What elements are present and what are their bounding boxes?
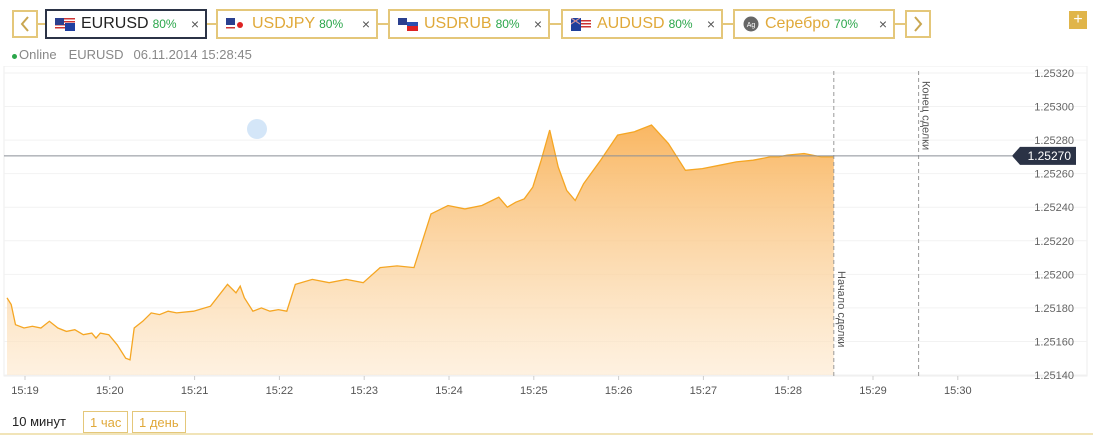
tab-eurusd[interactable]: EURUSD 80% × [45,9,207,39]
plus-icon: + [1073,11,1083,28]
y-tick-label: 1.25220 [1034,236,1074,248]
x-tick-label: 15:25 [520,385,548,397]
bottom-divider [0,433,1093,435]
x-tick-label: 15:26 [605,385,633,397]
next-tabs-button[interactable] [905,10,931,38]
tab-symbol: AUDUSD [597,15,665,32]
tab-payout: 80% [152,17,177,31]
online-indicator: Online [12,47,57,62]
connection-status: Online EURUSD 06.11.2014 15:28:45 [12,47,252,62]
y-tick-label: 1.25320 [1034,68,1074,80]
chevron-right-icon [914,16,923,32]
tab-symbol: USDRUB [424,15,492,32]
x-tick-label: 15:29 [859,385,887,397]
tab-payout: 80% [668,17,693,31]
range-10min-button[interactable]: 10 минут [6,411,72,433]
silver-icon: Ag [743,16,759,32]
y-tick-label: 1.25260 [1034,169,1074,181]
status-symbol: EURUSD [68,47,124,62]
y-tick-label: 1.25280 [1034,135,1074,147]
close-tab-usdrub-icon[interactable]: × [534,17,542,31]
x-tick-label: 15:27 [690,385,718,397]
x-tick-label: 15:22 [266,385,294,397]
tab-symbol: Серебро [765,15,831,32]
close-tab-usdjpy-icon[interactable]: × [362,17,370,31]
y-tick-label: 1.25140 [1034,370,1074,382]
status-datetime: 06.11.2014 15:28:45 [133,47,252,62]
close-tab-eurusd-icon[interactable]: × [191,17,199,31]
us-jp-flag-icon [226,17,246,31]
y-tick-label: 1.25200 [1034,269,1074,281]
close-tab-silver-icon[interactable]: × [879,17,887,31]
tab-connector [895,23,905,25]
tab-connector [378,23,388,25]
add-asset-button[interactable]: + [1069,11,1087,29]
y-tick-label: 1.25300 [1034,102,1074,114]
tab-symbol: EURUSD [81,15,149,32]
time-range-bar: 10 минут 1 час 1 день [0,408,1093,438]
tab-payout: 80% [495,17,520,31]
tab-symbol: USDJPY [252,15,316,32]
x-tick-label: 15:23 [350,385,378,397]
online-dot-icon [12,54,17,59]
tab-audusd[interactable]: AUDUSD 80% × [561,9,723,39]
x-tick-label: 15:21 [181,385,209,397]
deal-start-label: Начало сделки [835,271,847,347]
x-tick-label: 15:28 [774,385,802,397]
x-tick-label: 15:30 [944,385,972,397]
range-1d-button[interactable]: 1 день [132,411,186,433]
us-eu-flag-icon [55,17,75,31]
x-tick-label: 15:19 [11,385,39,397]
prev-tabs-button[interactable] [12,10,38,38]
x-tick-label: 15:24 [435,385,463,397]
close-tab-audusd-icon[interactable]: × [707,17,715,31]
us-ru-flag-icon [398,17,418,31]
y-tick-label: 1.25180 [1034,303,1074,315]
price-chart[interactable]: Начало сделки Конец сделки 1.25320 1.25300… [0,66,1093,406]
chevron-left-icon [20,16,29,32]
tab-usdrub[interactable]: USDRUB 80% × [388,9,550,39]
range-1h-button[interactable]: 1 час [83,411,129,433]
y-tick-label: 1.25160 [1034,336,1074,348]
tab-connector [550,23,561,25]
chart-svg[interactable]: Начало сделки Конец сделки 1.25320 1.25300… [0,66,1093,406]
y-tick-label: 1.25240 [1034,202,1074,214]
tab-usdjpy[interactable]: USDJPY 80% × [216,9,378,39]
deal-end-label: Конец сделки [920,81,932,150]
au-us-flag-icon [571,17,591,31]
svg-text:Ag: Ag [747,22,756,29]
x-axis: 15:19 15:20 15:21 15:22 15:23 15:24 15:25 15:26… [11,376,972,397]
cursor-highlight [247,119,267,139]
tab-payout: 70% [834,17,859,31]
asset-tab-bar: EURUSD 80% × USDJPY 80% × USDRUB 80% × A… [0,0,1093,44]
current-price-label: 1.25270 [1028,149,1072,163]
tab-silver[interactable]: Ag Серебро 70% × [733,9,895,39]
tab-payout: 80% [319,17,344,31]
tab-connector [723,23,733,25]
x-tick-label: 15:20 [96,385,124,397]
